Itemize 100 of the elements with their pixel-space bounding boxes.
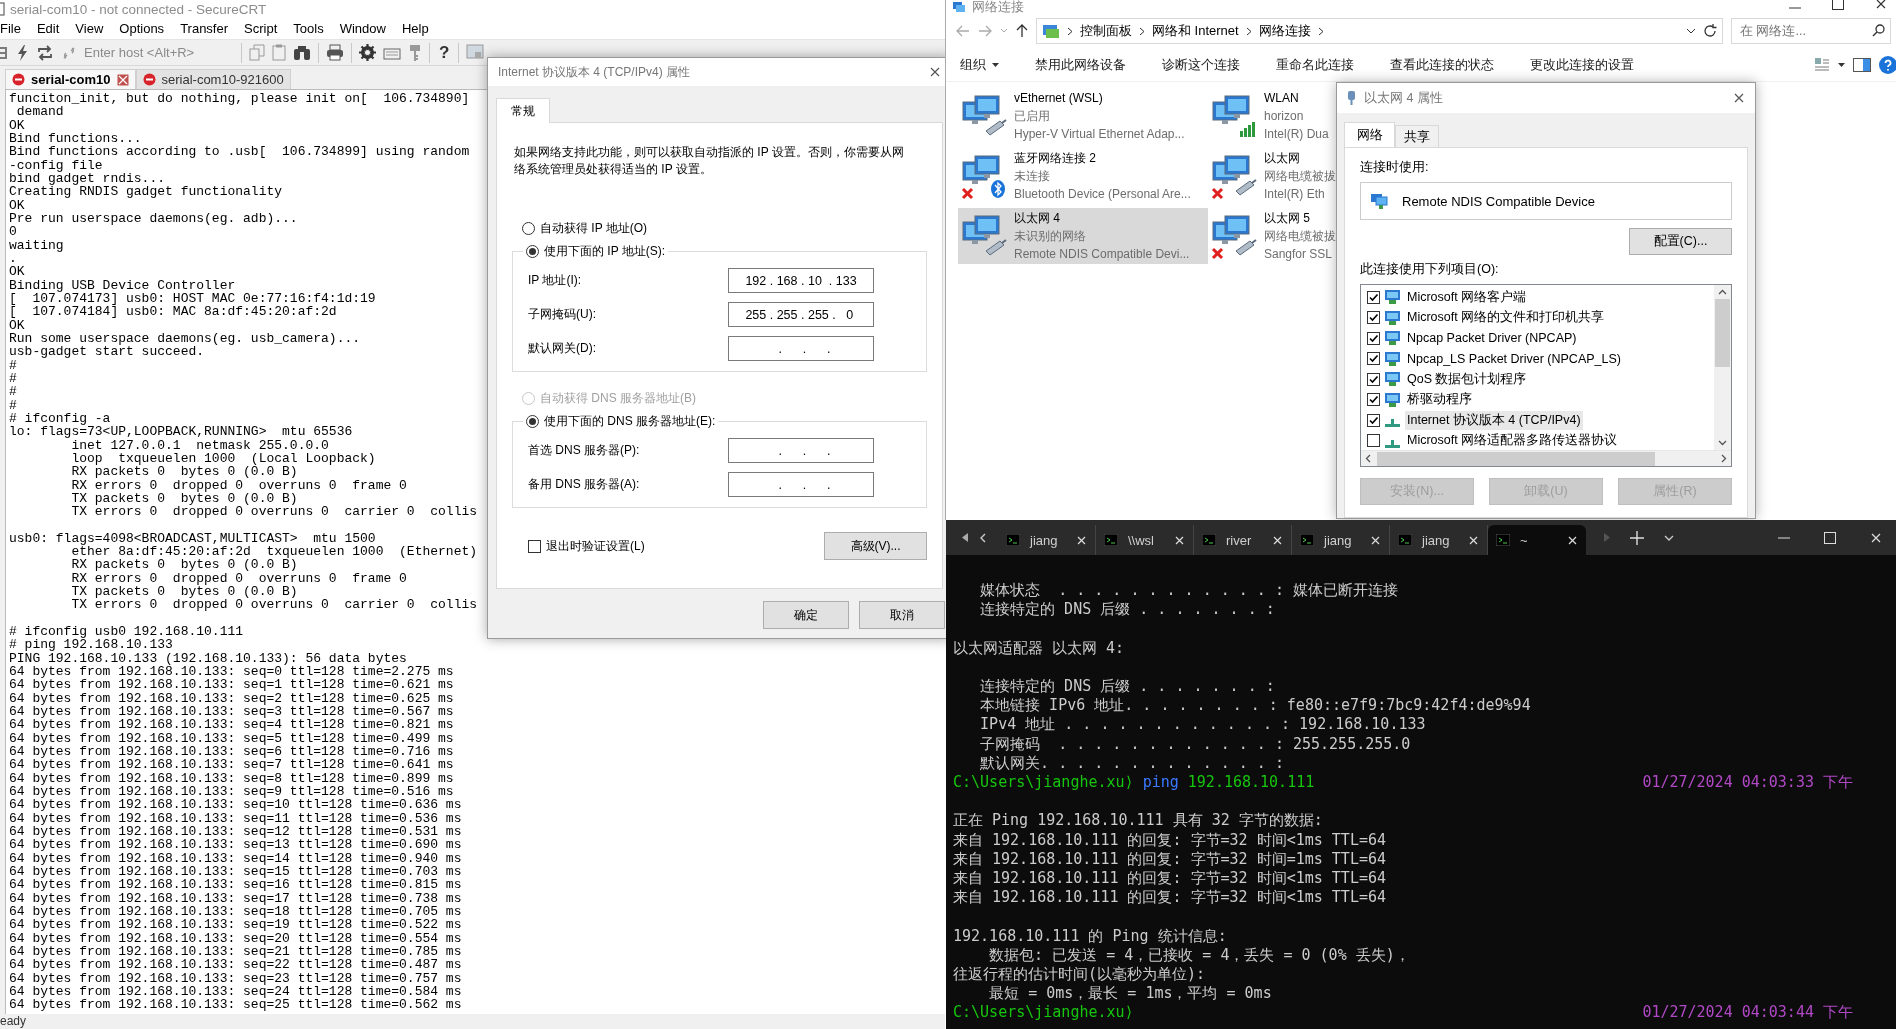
ip-field[interactable]: . . . [728,438,874,463]
session-tab[interactable]: serial-com10-921600 [135,69,291,89]
list-item[interactable]: 桥驱动程序 [1405,390,1474,410]
terminal-tab[interactable]: jiang [1292,525,1390,555]
binoculars-icon[interactable] [293,44,311,61]
list-item[interactable]: Npcap_LS Packet Driver (NPCAP_LS) [1405,350,1623,367]
advanced-button[interactable]: 高级(V)... [824,532,927,560]
chevron-left-icon[interactable] [980,532,986,543]
breadcrumb-item[interactable]: 控制面板 [1080,22,1132,40]
scroll-up-icon[interactable] [1718,289,1727,295]
configure-button[interactable]: 配置(C)... [1629,228,1732,255]
checkbox[interactable] [1367,393,1380,407]
command-button[interactable]: 更改此连接的设置 [1528,51,1646,78]
adapter-item[interactable]: WLAN horizon Intel(R) Dua [1208,88,1336,144]
radio-option[interactable]: 自动获得 IP 地址(O) [522,220,648,237]
menu-item[interactable]: View [67,21,112,36]
host-field[interactable]: Enter host <Alt+R> [84,42,234,63]
close-icon[interactable] [1733,92,1745,104]
caret-icon[interactable] [1686,28,1696,34]
up-arrow-icon[interactable] [1016,24,1028,38]
address-bar[interactable]: 控制面板 网络和 Internet 网络连接 [1036,18,1723,44]
ip-field[interactable]: . . . [728,336,874,361]
dialog-button[interactable]: 确定 [763,601,849,629]
list-item[interactable]: Internet 协议版本 4 (TCP/IPv4) [1405,410,1583,430]
terminal-tab[interactable]: jiang [998,525,1096,555]
terminal-tab[interactable]: river [1194,525,1292,555]
scrollbar-thumb[interactable] [1715,299,1730,367]
scroll-right-icon[interactable] [1721,454,1727,463]
breadcrumb-item[interactable]: 网络和 Internet [1152,22,1239,40]
lightning-icon[interactable] [15,43,29,62]
ip-field[interactable]: . . . [728,472,874,497]
terminal-line: 64 bytes from 192.168.10.133: seq=5 ttl=128 time=0.499 ms [9,731,454,746]
preview-pane-icon[interactable] [1853,57,1871,72]
plus-icon[interactable] [1630,530,1644,545]
scroll-down-icon[interactable] [1718,440,1727,446]
close-icon[interactable] [929,66,941,78]
ip-field[interactable]: 192 . 168 . 10 . 133 [728,268,874,293]
ip-field[interactable]: 255 . 255 . 255 . 0 [728,302,874,327]
breadcrumb-item[interactable]: 网络连接 [1258,22,1311,40]
scroll-left-icon[interactable] [962,533,968,542]
menu-item[interactable]: Script [236,21,286,36]
loop-arrows-icon[interactable] [36,44,54,61]
computer-icon [1384,289,1401,306]
checkbox[interactable] [1367,290,1380,304]
checkbox[interactable] [1367,372,1380,386]
grip-icon[interactable] [0,44,8,61]
terminal-tab[interactable]: jiang [1390,525,1488,555]
close-icon[interactable] [1875,0,1887,10]
scroll-left-icon[interactable] [1365,454,1371,463]
checkbox[interactable] [1367,311,1380,325]
list-item[interactable]: Microsoft 网络的文件和打印机共享 [1405,308,1607,328]
command-button[interactable]: 诊断这个连接 [1160,51,1252,78]
computer-icon [1384,391,1401,408]
adapter-item[interactable]: vEthernet (WSL) 已启用 Hyper-V Virtual Ethernet Adap... [958,88,1208,144]
command-button[interactable]: 重命名此连接 [1274,51,1366,78]
checkbox[interactable] [1367,434,1380,448]
menu-item[interactable]: Tools [285,21,332,36]
help-button[interactable]: ? [437,42,452,63]
tab[interactable]: 常规 [496,98,550,123]
caret-icon[interactable] [1838,62,1845,67]
menu-item[interactable]: File [0,21,29,36]
radio-option[interactable]: 使用下面的 DNS 服务器地址(E): [526,413,716,430]
list-item[interactable]: QoS 数据包计划程序 [1405,369,1529,389]
checkbox[interactable] [1367,331,1380,345]
adapter-item[interactable]: 蓝牙网络连接 2 未连接 Bluetooth Device (Personal Are... [958,148,1208,204]
search-icon[interactable] [1872,24,1885,37]
maximize-icon[interactable] [1832,0,1844,10]
list-item[interactable]: Microsoft 网络客户端 [1405,287,1529,307]
menu-item[interactable]: Edit [28,21,68,36]
terminal-tab[interactable]: \\wsl [1096,525,1194,555]
checkbox[interactable]: 退出时验证设置(L) [528,537,645,555]
list-item[interactable]: Microsoft 网络适配器多路传送器协议 [1405,431,1620,450]
adapter-item[interactable]: 以太网 4 未识别的网络 Remote NDIS Compatible Devi... [958,208,1208,264]
menu-item[interactable]: Window [331,21,394,36]
printer-icon[interactable] [326,44,344,61]
terminal-line: 以太网适配器 以太网 4: [953,638,1126,658]
gear-icon[interactable] [359,44,376,61]
list-item[interactable]: Npcap Packet Driver (NPCAP) [1405,330,1579,347]
clipboard-icon[interactable] [272,44,286,61]
checkbox[interactable] [1367,352,1380,366]
refresh-icon[interactable] [1703,24,1717,38]
adapter-item[interactable]: 以太网 网络电缆被拔 Intel(R) Eth [1208,148,1336,204]
search-field[interactable]: 在 网络连... [1731,18,1891,44]
menu-item[interactable]: Help [393,21,437,36]
adapter-item[interactable]: 以太网 5 网络电缆被拔 Sangfor SSL [1208,208,1336,264]
radio-option[interactable]: 使用下面的 IP 地址(S): [526,243,666,260]
checkbox[interactable] [1367,413,1380,427]
tab[interactable]: 共享 [1395,125,1439,147]
dialog-button[interactable]: 取消 [859,601,945,629]
menu-item[interactable]: Options [111,21,173,36]
scrollbar-thumb[interactable] [1377,451,1655,466]
terminal-tab[interactable]: ~ [1488,525,1586,555]
session-tab[interactable]: serial-com10 [5,69,136,89]
protocol-icon [1385,439,1400,448]
command-button[interactable]: 查看此连接的状态 [1388,51,1506,78]
tab[interactable]: 网络 [1344,122,1395,147]
command-button[interactable]: 组织 [958,51,1011,78]
menu-item[interactable]: Transfer [172,21,237,36]
command-button[interactable]: 禁用此网络设备 [1033,51,1138,78]
help-icon[interactable] [1879,55,1896,74]
